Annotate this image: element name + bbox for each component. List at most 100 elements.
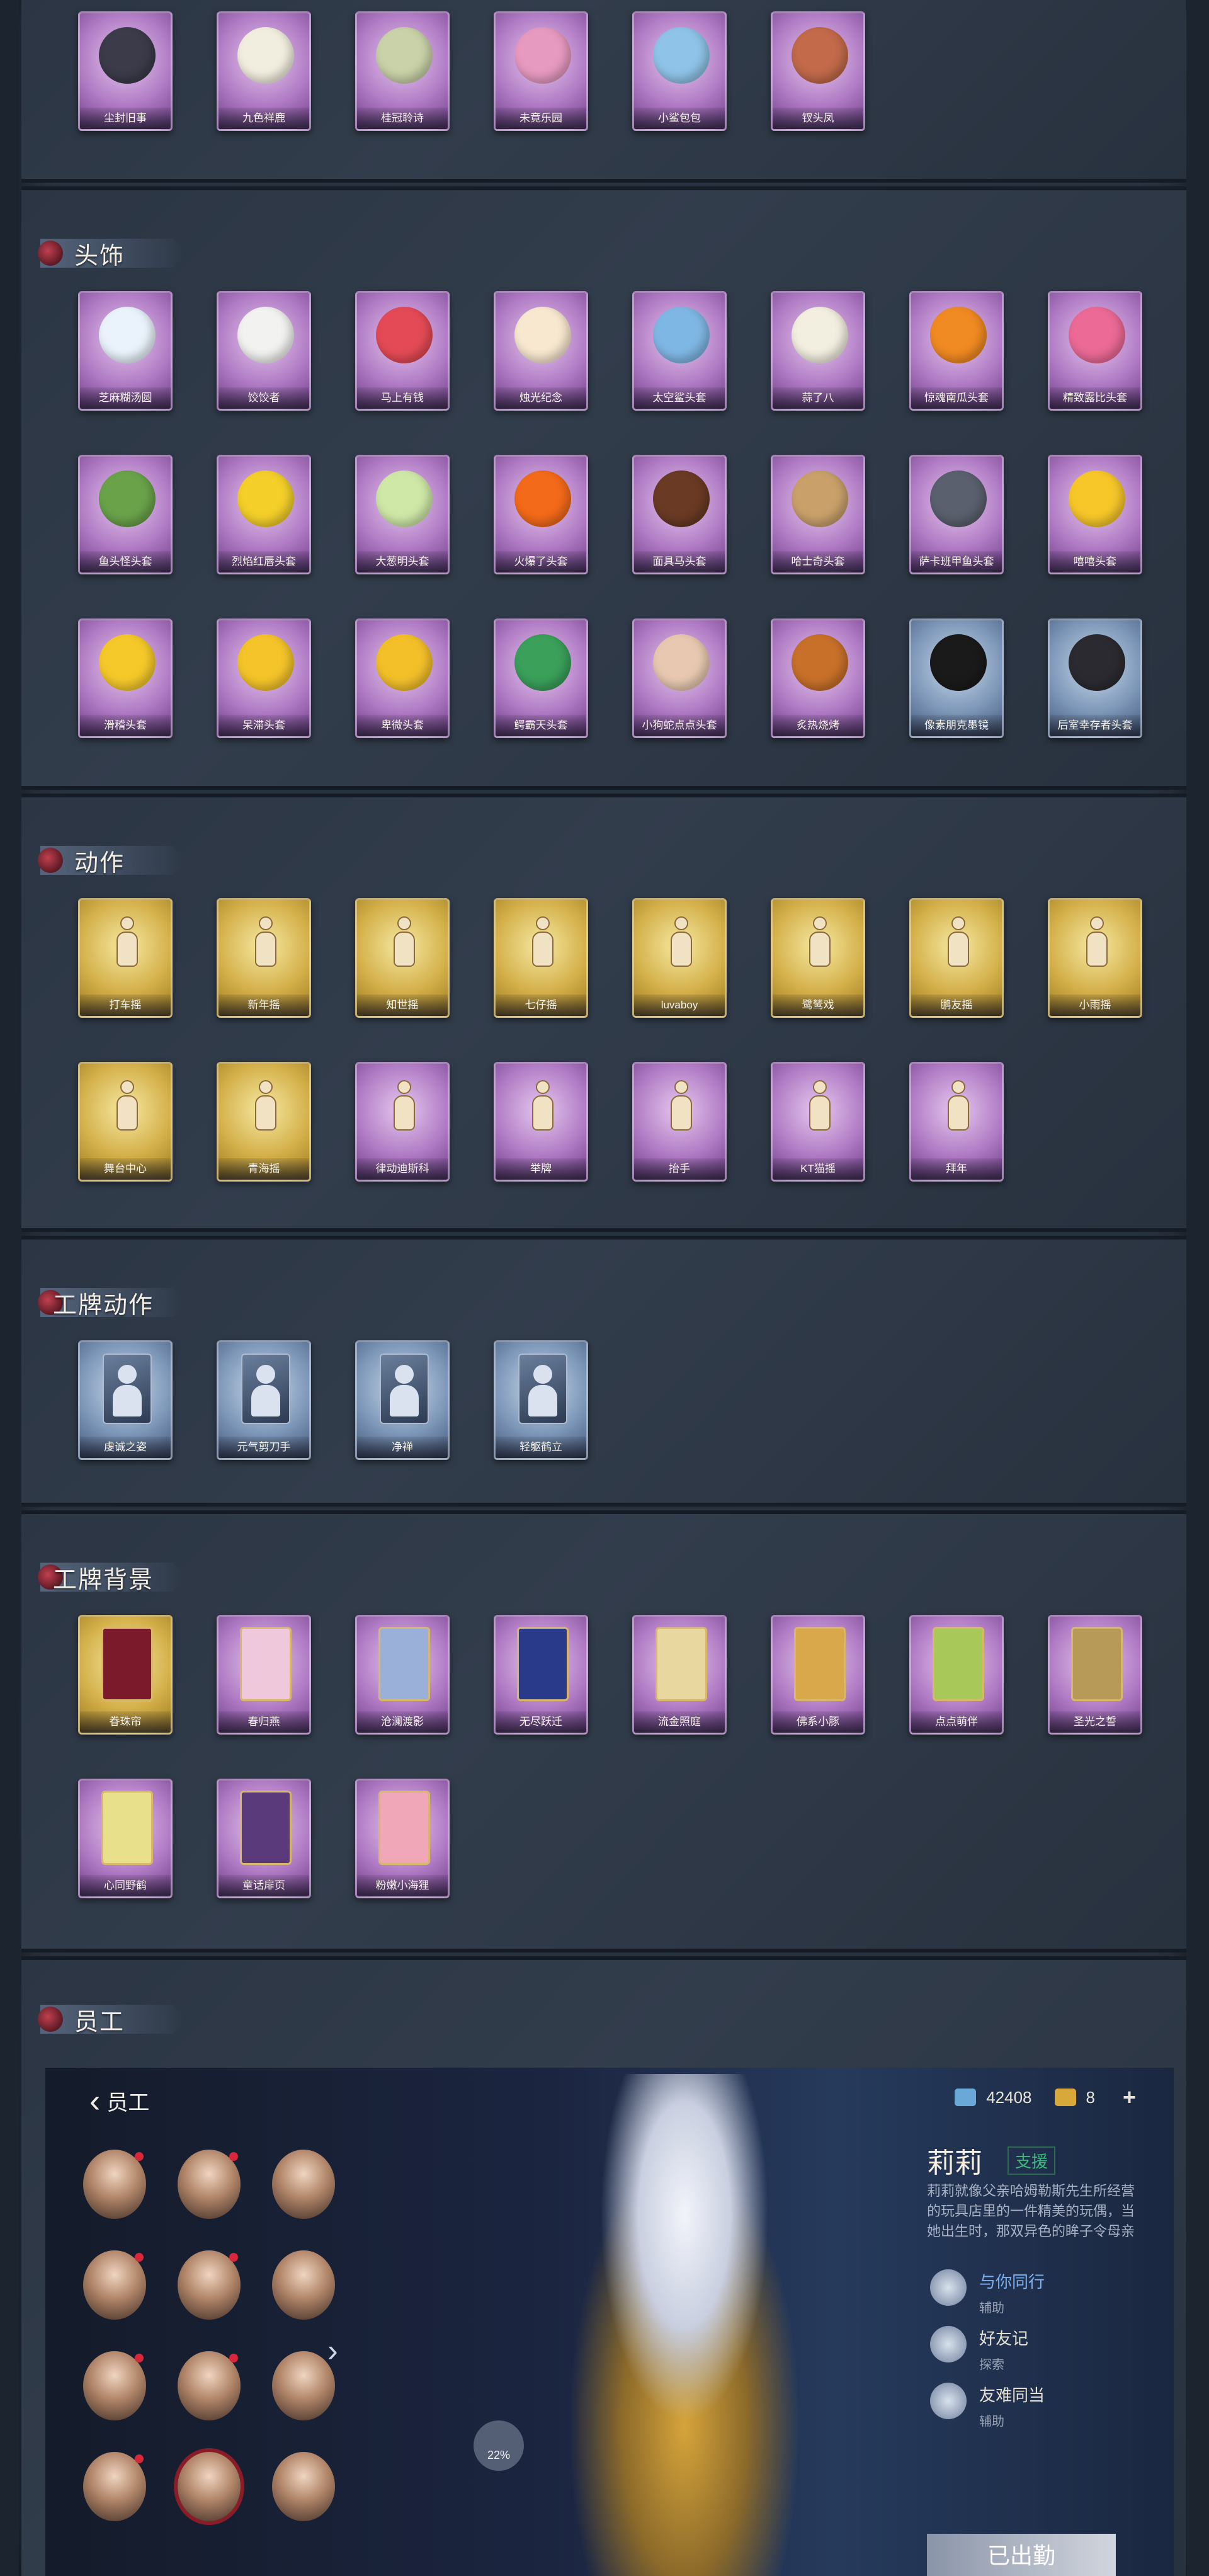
item-tile[interactable]: 炙热烧烤: [771, 618, 865, 738]
item-tile[interactable]: 元气剪刀手: [217, 1340, 311, 1460]
character-description: 莉莉就像父亲哈姆勒斯先生所经营的玩具店里的一件精美的玩偶，当她出生时，那双异色的…: [927, 2183, 1135, 2239]
item-tile[interactable]: 像素朋克墨镜: [909, 618, 1004, 738]
item-tile[interactable]: 轻躯鹤立: [494, 1340, 588, 1460]
employee-avatar[interactable]: [83, 2150, 146, 2219]
item-tile[interactable]: 举牌: [494, 1062, 588, 1182]
item-tile[interactable]: 后室幸存者头套: [1048, 618, 1142, 738]
item-tile[interactable]: 火爆了头套: [494, 455, 588, 574]
item-tile[interactable]: 面具马头套: [632, 455, 727, 574]
employee-avatar[interactable]: [178, 2351, 241, 2420]
item-tile[interactable]: 小狗蛇点点头套: [632, 618, 727, 738]
item-label: 饺饺者: [219, 387, 309, 409]
item-tile[interactable]: 净禅: [355, 1340, 450, 1460]
item-tile[interactable]: 圣光之誓: [1048, 1615, 1142, 1735]
item-tile[interactable]: 律动迪斯科: [355, 1062, 450, 1182]
section-heading: 工牌背景: [53, 1566, 154, 1593]
dance-icon: [110, 1080, 144, 1141]
item-tile[interactable]: 沧澜渡影: [355, 1615, 450, 1735]
employee-avatar[interactable]: [272, 2351, 335, 2420]
item-tile[interactable]: 无尽跃迁: [494, 1615, 588, 1735]
item-tile[interactable]: 虔诚之姿: [78, 1340, 173, 1460]
item-tile[interactable]: 点点萌伴: [909, 1615, 1004, 1735]
item-tile[interactable]: 七仔摇: [494, 898, 588, 1018]
item-tile[interactable]: 佛系小豚: [771, 1615, 865, 1735]
item-tile[interactable]: 童话扉页: [217, 1779, 311, 1898]
item-tile[interactable]: 哈士奇头套: [771, 455, 865, 574]
item-tile[interactable]: 鳄霸天头套: [494, 618, 588, 738]
employee-avatar[interactable]: [272, 2452, 335, 2521]
item-tile[interactable]: 眷珠帘: [78, 1615, 173, 1735]
item-tile[interactable]: 马上有钱: [355, 291, 450, 411]
employee-avatar[interactable]: [83, 2351, 146, 2420]
item-cell: 元气剪刀手: [185, 1340, 324, 1504]
item-cell: 佛系小豚: [739, 1615, 878, 1779]
item-tile[interactable]: KT猫摇: [771, 1062, 865, 1182]
chevron-right-icon[interactable]: ›: [327, 2332, 338, 2369]
item-tile[interactable]: 抬手: [632, 1062, 727, 1182]
item-icon: [653, 27, 710, 84]
item-tile[interactable]: 太空鲨头套: [632, 291, 727, 411]
item-label: 鹏友摇: [911, 994, 1002, 1016]
item-icon: [237, 470, 294, 527]
item-tile[interactable]: 尘封旧事: [78, 11, 173, 131]
item-label: 春归燕: [219, 1711, 309, 1733]
item-tile[interactable]: 春归燕: [217, 1615, 311, 1735]
item-tile[interactable]: 滑稽头套: [78, 618, 173, 738]
item-tile[interactable]: 粉嫩小海狸: [355, 1779, 450, 1898]
employee-avatar[interactable]: [272, 2250, 335, 2320]
badge-background-icon: [794, 1627, 846, 1701]
item-tile[interactable]: 饺饺者: [217, 291, 311, 411]
item-tile[interactable]: 呆滞头套: [217, 618, 311, 738]
item-tile[interactable]: 打车摇: [78, 898, 173, 1018]
item-tile[interactable]: 流金照庭: [632, 1615, 727, 1735]
item-tile[interactable]: 拜年: [909, 1062, 1004, 1182]
item-tile[interactable]: 萨卡班甲鱼头套: [909, 455, 1004, 574]
item-cell: 流金照庭: [601, 1615, 739, 1779]
item-tile[interactable]: 芝麻糊汤圆: [78, 291, 173, 411]
item-tile[interactable]: 青海摇: [217, 1062, 311, 1182]
item-tile[interactable]: 桂冠聆诗: [355, 11, 450, 131]
item-cell: 尘封旧事: [47, 11, 185, 175]
section-badge-actions: 工牌动作 虔诚之姿 元气剪刀手 净禅 轻躯鹤立: [21, 1236, 1186, 1507]
item-tile[interactable]: 九色祥鹿: [217, 11, 311, 131]
item-tile[interactable]: 大葱明头套: [355, 455, 450, 574]
item-tile[interactable]: luvaboy: [632, 898, 727, 1018]
employee-avatar[interactable]: [178, 2250, 241, 2320]
item-tile[interactable]: 新年摇: [217, 898, 311, 1018]
item-tile[interactable]: 知世摇: [355, 898, 450, 1018]
employee-avatar[interactable]: [178, 2150, 241, 2219]
item-tile[interactable]: 心同野鹤: [78, 1779, 173, 1898]
item-tile[interactable]: 鱼头怪头套: [78, 455, 173, 574]
item-tile[interactable]: 未竟乐园: [494, 11, 588, 131]
item-icon: [237, 634, 294, 691]
on-duty-button[interactable]: 已出勤: [927, 2534, 1116, 2576]
back-button[interactable]: ‹ 员工: [89, 2085, 149, 2117]
item-tile[interactable]: 钗头凤: [771, 11, 865, 131]
item-tile[interactable]: 嘻嘻头套: [1048, 455, 1142, 574]
trait-type: 辅助: [979, 2415, 1004, 2429]
item-cell: 鱼头怪头套: [47, 455, 185, 618]
item-label: 太空鲨头套: [634, 387, 725, 409]
item-tile[interactable]: 烈焰红唇头套: [217, 455, 311, 574]
item-tile[interactable]: 小鲨包包: [632, 11, 727, 131]
employee-avatar-selected[interactable]: [178, 2452, 241, 2521]
item-tile[interactable]: 卑微头套: [355, 618, 450, 738]
trait-item[interactable]: 友难同当 辅助: [930, 2383, 1045, 2439]
trait-title: 与你同行: [979, 2272, 1045, 2291]
item-tile[interactable]: 小雨摇: [1048, 898, 1142, 1018]
employee-avatar[interactable]: [272, 2150, 335, 2219]
trait-item[interactable]: 好友记 探索: [930, 2326, 1045, 2383]
add-currency-button[interactable]: +: [1123, 2084, 1136, 2111]
trait-item[interactable]: 与你同行 辅助: [930, 2269, 1045, 2326]
badge-pose-icon: [518, 1354, 567, 1424]
item-tile[interactable]: 烛光纪念: [494, 291, 588, 411]
item-tile[interactable]: 舞台中心: [78, 1062, 173, 1182]
item-tile[interactable]: 蒜了八: [771, 291, 865, 411]
item-label: 律动迪斯科: [357, 1158, 448, 1180]
item-tile[interactable]: 精致露比头套: [1048, 291, 1142, 411]
employee-avatar[interactable]: [83, 2452, 146, 2521]
employee-avatar[interactable]: [83, 2250, 146, 2320]
item-tile[interactable]: 鹭鸶戏: [771, 898, 865, 1018]
item-tile[interactable]: 惊魂南瓜头套: [909, 291, 1004, 411]
item-tile[interactable]: 鹏友摇: [909, 898, 1004, 1018]
